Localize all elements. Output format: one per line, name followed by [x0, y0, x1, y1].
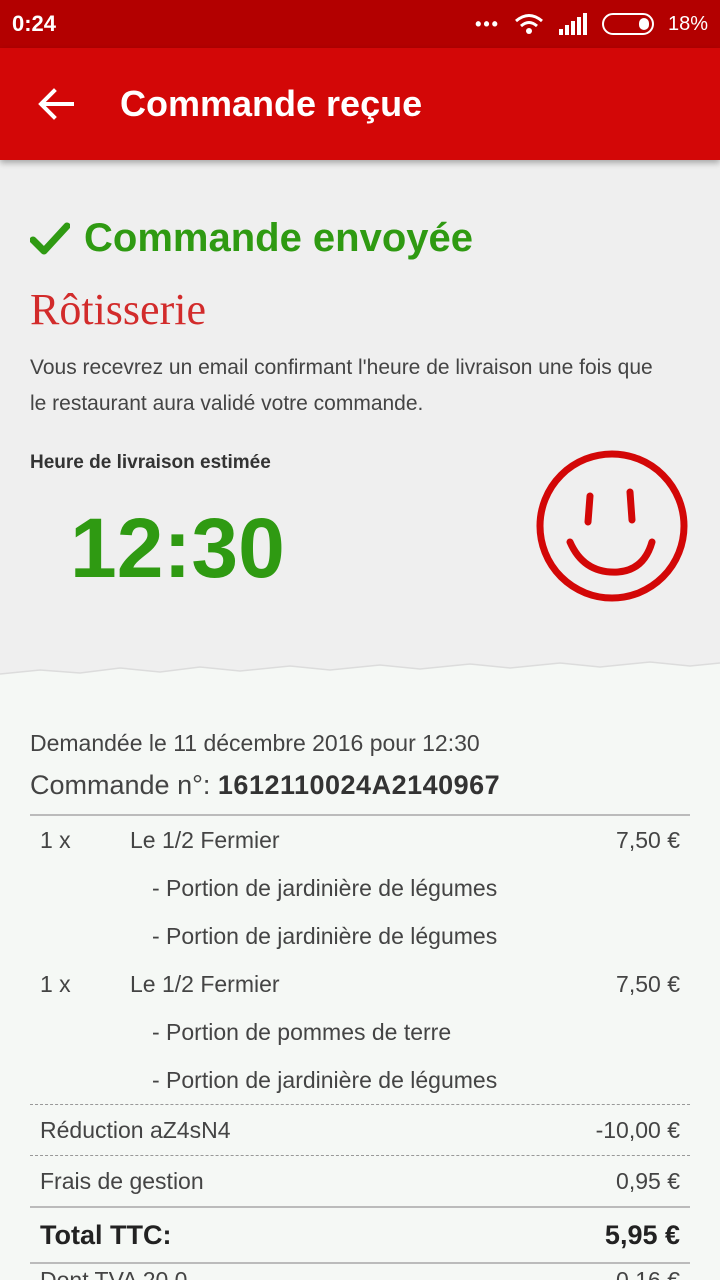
battery-icon: [601, 13, 654, 35]
fees-value: 0,95 €: [616, 1167, 680, 1194]
item-price: 7,50 €: [616, 826, 680, 853]
item-qty: 1 x: [40, 826, 71, 853]
item-option: - Portion de jardinière de légumes: [152, 922, 498, 949]
smiley-icon: [536, 450, 688, 602]
wifi-icon: [515, 14, 543, 34]
checkmark-icon: [30, 222, 70, 254]
tax-value: 0,16 €: [616, 1267, 680, 1280]
item-option: - Portion de pommes de terre: [152, 1018, 452, 1045]
item-price: 7,50 €: [616, 970, 680, 997]
fees-row: Frais de gestion 0,95 €: [30, 1156, 690, 1206]
order-number-value: 1612110024A2140967: [217, 770, 501, 800]
item-name: Le 1/2 Fermier: [130, 970, 280, 997]
discount-label: Réduction aZ4sN4: [40, 1116, 231, 1143]
order-number: Commande n°: 1612110024A2140967: [30, 770, 500, 801]
restaurant-name: Rôtisserie: [30, 285, 206, 334]
signal-icon: [558, 13, 587, 35]
status-bar: 0:24 ••• 18%: [0, 0, 720, 48]
info-text: Vous recevrez un email confirmant l'heur…: [30, 356, 653, 415]
arrow-left-icon: [38, 88, 74, 120]
notification-dots-icon: •••: [475, 13, 500, 34]
battery-percent: 18%: [667, 12, 708, 35]
item-qty: 1 x: [40, 970, 71, 997]
tax-row: Dont TVA 20,0 0,16 €: [30, 1264, 690, 1280]
confirmation-panel: Commande envoyée Rôtisserie Vous recevre…: [0, 160, 720, 680]
order-items: 1 x Le 1/2 Fermier 7,50 € - Portion de j…: [30, 814, 690, 1280]
status-time: 0:24: [12, 11, 57, 36]
receipt: Demandée le 11 décembre 2016 pour 12:30 …: [0, 690, 720, 1280]
page-title: Commande reçue: [120, 83, 423, 124]
status-icons: ••• 18%: [475, 13, 708, 36]
app-bar: Commande reçue: [0, 48, 720, 160]
discount-row: Réduction aZ4sN4 -10,00 €: [30, 1105, 690, 1155]
item-option: - Portion de jardinière de légumes: [152, 1066, 498, 1093]
torn-edge: [0, 661, 720, 690]
total-value: 5,95 €: [604, 1219, 680, 1250]
order-item: 1 x Le 1/2 Fermier 7,50 €: [30, 816, 690, 864]
total-label: Total TTC:: [40, 1219, 172, 1250]
item-option: - Portion de jardinière de légumes: [152, 874, 498, 901]
tax-label: Dont TVA 20,0: [40, 1267, 188, 1280]
item-name: Le 1/2 Fermier: [130, 826, 280, 853]
order-requested-date: Demandée le 11 décembre 2016 pour 12:30: [30, 730, 480, 756]
discount-value: -10,00 €: [595, 1116, 680, 1143]
total-row: Total TTC: 5,95 €: [30, 1208, 690, 1262]
back-button[interactable]: [0, 48, 112, 160]
order-item: 1 x Le 1/2 Fermier 7,50 €: [30, 960, 690, 1008]
sent-label: Commande envoyée: [84, 216, 474, 260]
fees-label: Frais de gestion: [40, 1167, 204, 1194]
order-number-label: Commande n°:: [30, 770, 211, 800]
eta-time: 12:30: [70, 501, 285, 595]
eta-label: Heure de livraison estimée: [30, 452, 271, 473]
sent-status: Commande envoyée: [30, 216, 473, 261]
